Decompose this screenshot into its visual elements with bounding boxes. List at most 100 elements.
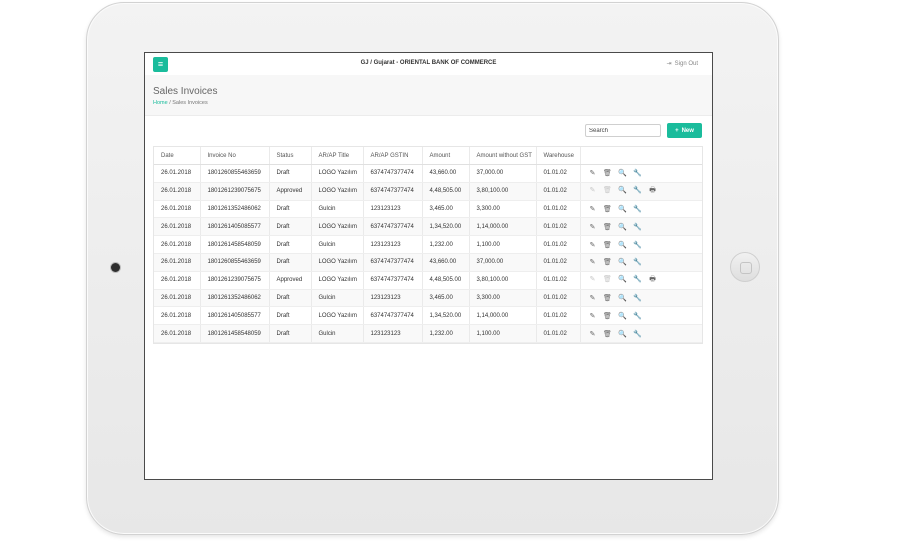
table-row[interactable]: 26.01.2018 1801261458548059 Draft Gulcin 123…: [154, 324, 702, 343]
delete-icon[interactable]: 🗑: [603, 312, 613, 320]
table-cell: 01.01.02: [536, 200, 581, 219]
edit-icon[interactable]: ✎: [588, 241, 598, 249]
search-input[interactable]: [585, 124, 661, 137]
table-row[interactable]: 26.01.2018 1801260855463659 Draft LOGO Yazı…: [154, 164, 702, 183]
print-icon[interactable]: 🖶: [648, 275, 658, 286]
search-icon[interactable]: 🔍: [618, 205, 628, 213]
search-icon[interactable]: 🔍: [618, 275, 628, 283]
breadcrumb-home-link[interactable]: Home: [153, 100, 168, 106]
table-cell: LOGO Yazılım: [311, 306, 364, 326]
delete-icon[interactable]: 🗑: [603, 330, 613, 338]
sign-out-label: Sign Out: [674, 61, 698, 67]
table-cell: Gulcin: [311, 235, 364, 254]
delete-icon[interactable]: 🗑: [603, 205, 613, 213]
actions-column-header: [580, 147, 702, 165]
table-cell: 6374747377474: [363, 182, 423, 201]
search-icon[interactable]: 🔍: [618, 312, 628, 320]
table-row[interactable]: 26.01.2018 1801261405085577 Draft LOGO Yazı…: [154, 306, 702, 326]
search-icon[interactable]: 🔍: [618, 330, 628, 338]
edit-icon[interactable]: ✎: [588, 186, 598, 194]
wrench-icon[interactable]: 🔧: [633, 169, 643, 177]
table-row[interactable]: 26.01.2018 1801261352486062 Draft Gulcin 123…: [154, 289, 702, 308]
column-header[interactable]: Amount: [422, 147, 470, 165]
edit-icon[interactable]: ✎: [588, 169, 598, 177]
table-cell: 26.01.2018: [154, 306, 201, 326]
wrench-icon[interactable]: 🔧: [633, 186, 643, 194]
column-header[interactable]: AR/AP GSTIN: [363, 147, 423, 165]
page-header: Sales Invoices Home / Sales Invoices: [145, 75, 712, 116]
search-icon[interactable]: 🔍: [618, 294, 628, 302]
edit-icon[interactable]: ✎: [588, 258, 598, 266]
table-row[interactable]: 26.01.2018 1801260855463659 Draft LOGO Yazı…: [154, 253, 702, 272]
sign-out-link[interactable]: ⇥ Sign Out: [667, 60, 698, 67]
table-cell: 26.01.2018: [154, 271, 201, 290]
table-cell: 1,100.00: [469, 324, 537, 343]
table-cell: 6374747377474: [363, 271, 423, 290]
wrench-icon[interactable]: 🔧: [633, 241, 643, 249]
edit-icon[interactable]: ✎: [588, 330, 598, 338]
table-cell: 26.01.2018: [154, 182, 201, 201]
delete-icon[interactable]: 🗑: [603, 169, 613, 177]
column-header[interactable]: Invoice No: [200, 147, 270, 165]
company-title: GJ / Gujarat - ORIENTAL BANK OF COMMERCE: [360, 60, 497, 66]
table-cell: 6374747377474: [363, 306, 423, 326]
page-title: Sales Invoices: [153, 86, 218, 97]
delete-icon[interactable]: 🗑: [603, 186, 613, 194]
wrench-icon[interactable]: 🔧: [633, 205, 643, 213]
edit-icon[interactable]: ✎: [588, 312, 598, 320]
table-row[interactable]: 26.01.2018 1801261352486062 Draft Gulcin 123…: [154, 200, 702, 219]
table-cell: 01.01.02: [536, 324, 581, 343]
wrench-icon[interactable]: 🔧: [633, 294, 643, 302]
search-icon[interactable]: 🔍: [618, 169, 628, 177]
table-cell: 26.01.2018: [154, 289, 201, 308]
delete-icon[interactable]: 🗑: [603, 223, 613, 231]
table-header-row: Date Invoice No Status AR/AP Title AR/AP GST…: [154, 147, 702, 165]
wrench-icon[interactable]: 🔧: [633, 312, 643, 320]
new-button[interactable]: + New: [667, 123, 702, 138]
wrench-icon[interactable]: 🔧: [633, 330, 643, 338]
table-cell: 1801260855463659: [200, 253, 270, 272]
table-cell: 1,34,520.00: [422, 306, 470, 326]
column-header[interactable]: Warehouse: [536, 147, 581, 165]
search-icon[interactable]: 🔍: [618, 241, 628, 249]
delete-icon[interactable]: 🗑: [603, 258, 613, 266]
table-cell: 1,100.00: [469, 235, 537, 254]
table-cell: 1,34,520.00: [422, 217, 470, 237]
table-cell: Draft: [269, 253, 312, 272]
search-icon[interactable]: 🔍: [618, 223, 628, 231]
table-cell: 1801261458548059: [200, 235, 270, 254]
home-button[interactable]: [730, 252, 760, 282]
table-cell: 01.01.02: [536, 306, 581, 326]
column-header[interactable]: AR/AP Title: [311, 147, 364, 165]
table-cell: Approved: [269, 182, 312, 201]
table-cell: Gulcin: [311, 324, 364, 343]
column-header[interactable]: Amount without GST: [469, 147, 537, 165]
table-row[interactable]: 26.01.2018 1801261458548059 Draft Gulcin 123…: [154, 235, 702, 254]
delete-icon[interactable]: 🗑: [603, 294, 613, 302]
edit-icon[interactable]: ✎: [588, 205, 598, 213]
print-icon[interactable]: 🖶: [648, 186, 658, 197]
search-icon[interactable]: 🔍: [618, 258, 628, 266]
row-actions: ✎ 🗑 🔍 🔧 🖶: [580, 271, 702, 290]
table-cell: 01.01.02: [536, 253, 581, 272]
column-header[interactable]: Status: [269, 147, 312, 165]
edit-icon[interactable]: ✎: [588, 275, 598, 283]
edit-icon[interactable]: ✎: [588, 294, 598, 302]
table-cell: 6374747377474: [363, 217, 423, 237]
table-cell: 123123123: [363, 200, 423, 219]
delete-icon[interactable]: 🗑: [603, 241, 613, 249]
table-row[interactable]: 26.01.2018 1801261239075675 Approved LOGO Y…: [154, 271, 702, 290]
table-row[interactable]: 26.01.2018 1801261239075675 Approved LOGO Y…: [154, 182, 702, 201]
search-icon[interactable]: 🔍: [618, 186, 628, 194]
column-header[interactable]: Date: [154, 147, 201, 165]
wrench-icon[interactable]: 🔧: [633, 223, 643, 231]
table-cell: 123123123: [363, 289, 423, 308]
wrench-icon[interactable]: 🔧: [633, 275, 643, 283]
delete-icon[interactable]: 🗑: [603, 275, 613, 283]
row-actions: ✎ 🗑 🔍 🔧: [580, 164, 702, 183]
table-row[interactable]: 26.01.2018 1801261405085577 Draft LOGO Yazı…: [154, 217, 702, 237]
invoice-table: Date Invoice No Status AR/AP Title AR/AP GST…: [153, 146, 703, 344]
wrench-icon[interactable]: 🔧: [633, 258, 643, 266]
edit-icon[interactable]: ✎: [588, 223, 598, 231]
table-cell: 01.01.02: [536, 289, 581, 308]
